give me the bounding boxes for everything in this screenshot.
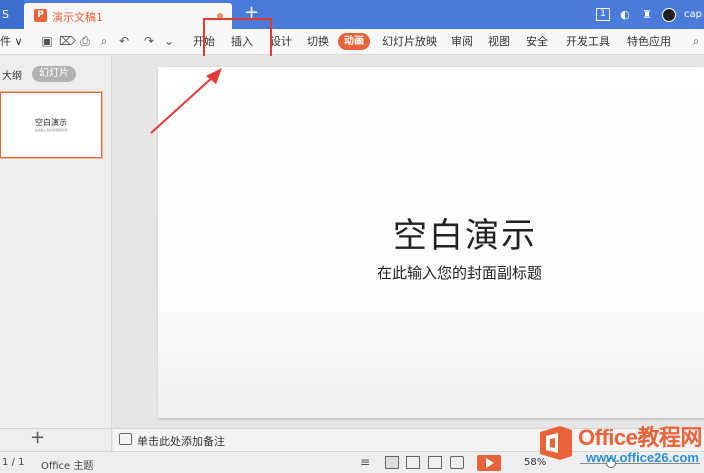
slide-thumbnail[interactable]: 空白演示 在此输入您的封面副标题 bbox=[0, 92, 102, 158]
notes-placeholder[interactable]: 单击此处添加备注 bbox=[137, 433, 225, 449]
watermark: Office教程网 www.office26.com bbox=[530, 420, 704, 473]
shirt-icon[interactable]: ♜ bbox=[640, 8, 654, 22]
theme-name: Office 主题 bbox=[41, 461, 94, 472]
thumbnail-subtitle: 在此输入您的封面副标题 bbox=[34, 128, 68, 132]
tab-design[interactable]: 设计 bbox=[270, 29, 292, 55]
redo-icon[interactable]: ↷ bbox=[142, 34, 156, 49]
watermark-url: www.office26.com bbox=[586, 450, 699, 465]
page-indicator: 1 / 1 bbox=[2, 457, 25, 468]
format-painter-icon[interactable]: ⌦ bbox=[59, 34, 76, 49]
save-icon[interactable]: ▣ bbox=[40, 34, 54, 49]
slide-panel: 大纲 幻灯片 空白演示 在此输入您的封面副标题 bbox=[0, 56, 112, 451]
notes-toggle-icon[interactable]: ≡ bbox=[360, 456, 374, 469]
play-slideshow-button[interactable] bbox=[477, 455, 501, 471]
tab-view[interactable]: 视图 bbox=[488, 29, 510, 55]
record-icon[interactable] bbox=[450, 456, 464, 469]
ribbon-tabs: 件 ∨ ▣ ⌦ ⎙ ⌕ ↶ ↷ ⌄ 开始 插入 设计 切换 动画 幻灯片放映 审… bbox=[0, 29, 704, 55]
tab-developer[interactable]: 开发工具 bbox=[566, 29, 610, 55]
app-tab[interactable]: S bbox=[0, 0, 24, 29]
tab-slideshow[interactable]: 幻灯片放映 bbox=[382, 29, 437, 55]
annotation-arrow bbox=[150, 68, 222, 134]
tab-transitions[interactable]: 切换 bbox=[307, 29, 329, 55]
tab-slides[interactable]: 幻灯片 bbox=[32, 66, 76, 82]
tab-security[interactable]: 安全 bbox=[526, 29, 548, 55]
reading-view-icon[interactable] bbox=[428, 456, 442, 469]
customize-toolbar-icon[interactable]: ⌄ bbox=[162, 34, 176, 49]
tab-special-features[interactable]: 特色应用 bbox=[627, 29, 671, 55]
insert-tab-highlight bbox=[203, 18, 272, 61]
undo-icon[interactable]: ↶ bbox=[117, 34, 131, 49]
file-menu[interactable]: 件 ∨ bbox=[0, 29, 23, 55]
print-icon[interactable]: ⎙ bbox=[78, 34, 92, 49]
watermark-title: Office教程网 bbox=[578, 425, 702, 450]
panel-tabs: 大纲 幻灯片 bbox=[0, 56, 111, 90]
thumbnail-title: 空白演示 bbox=[35, 118, 67, 127]
slide-subtitle[interactable]: 在此输入您的封面副标题 bbox=[377, 262, 542, 283]
notes-icon bbox=[119, 433, 132, 445]
normal-view-icon[interactable] bbox=[385, 456, 399, 469]
tab-animations[interactable]: 动画 bbox=[338, 33, 370, 50]
document-tab[interactable]: P 演示文稿1 bbox=[24, 3, 232, 29]
add-slide-button[interactable]: + bbox=[30, 427, 45, 448]
tab-outline[interactable]: 大纲 bbox=[2, 67, 22, 82]
document-title: 演示文稿1 bbox=[52, 11, 103, 24]
tab-review[interactable]: 审阅 bbox=[451, 29, 473, 55]
title-right-tools: 1 ◐ ♜ cap bbox=[596, 0, 704, 29]
panel-footer: + bbox=[0, 427, 112, 451]
search-icon[interactable]: ⌕ bbox=[689, 34, 703, 49]
presentation-icon: P bbox=[34, 9, 47, 22]
skin-icon[interactable]: ◐ bbox=[618, 8, 632, 22]
slide-sorter-icon[interactable] bbox=[406, 456, 420, 469]
username[interactable]: cap bbox=[684, 9, 702, 20]
title-bar: S P 演示文稿1 + 1 ◐ ♜ cap bbox=[0, 0, 704, 29]
slide[interactable]: 空白演示 在此输入您的封面副标题 bbox=[158, 67, 704, 418]
office-logo-icon bbox=[540, 426, 572, 460]
page-count-badge[interactable]: 1 bbox=[596, 8, 611, 21]
slide-title[interactable]: 空白演示 bbox=[393, 208, 537, 257]
print-preview-icon[interactable]: ⌕ bbox=[97, 34, 111, 49]
avatar[interactable] bbox=[662, 7, 677, 22]
